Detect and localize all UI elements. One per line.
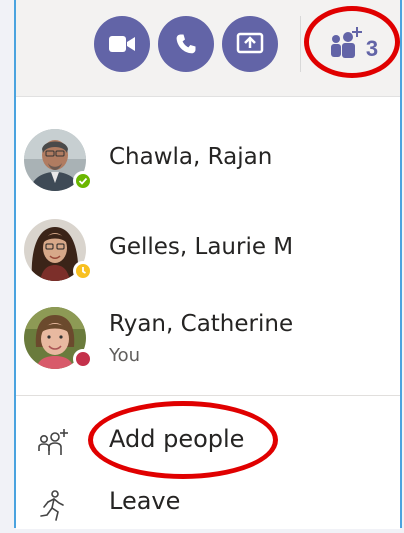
participant-subtitle: You: [109, 345, 141, 366]
participant-row[interactable]: Chawla, Rajan: [16, 119, 400, 203]
add-people-button[interactable]: Add people: [16, 413, 400, 471]
leave-button[interactable]: Leave: [16, 475, 400, 533]
add-people-label: Add people: [109, 425, 245, 453]
leave-icon: [36, 489, 70, 523]
leave-label: Leave: [109, 487, 181, 515]
actions-divider: [16, 395, 400, 396]
phone-icon: [174, 32, 198, 56]
participant-row[interactable]: Gelles, Laurie M: [16, 209, 400, 293]
participant-row[interactable]: Ryan, Catherine You: [16, 297, 400, 381]
add-people-icon: [36, 427, 70, 461]
participant-count: 3: [365, 36, 379, 61]
toolbar-divider: [300, 16, 301, 72]
call-toolbar: 3: [16, 0, 400, 96]
presence-away-icon: [73, 261, 93, 281]
call-window: 3 Chawla, Rajan Gelles, Laurie M Ryan, C…: [14, 0, 402, 529]
add-participants-icon: [328, 25, 364, 63]
share-screen-icon: [236, 32, 264, 56]
presence-available-icon: [73, 171, 93, 191]
participants-panel: Chawla, Rajan Gelles, Laurie M Ryan, Cat…: [16, 96, 400, 529]
participant-name: Ryan, Catherine: [109, 311, 294, 337]
video-camera-icon: [108, 34, 136, 54]
participant-name: Gelles, Laurie M: [109, 234, 294, 260]
share-screen-button[interactable]: [222, 16, 278, 72]
show-participants-button[interactable]: 3: [310, 12, 396, 76]
presence-busy-icon: [73, 349, 93, 369]
video-call-button[interactable]: [94, 16, 150, 72]
participant-name: Chawla, Rajan: [109, 144, 273, 170]
audio-call-button[interactable]: [158, 16, 214, 72]
